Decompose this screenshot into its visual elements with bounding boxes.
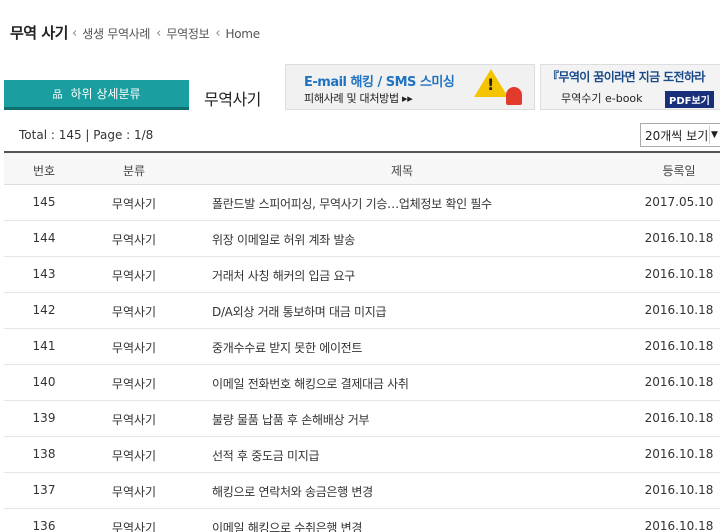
table-row[interactable]: 142 무역사기 D/A외상 거래 통보하며 대금 미지급 2016.10.18 [4,293,720,329]
row-title-link[interactable]: 해킹으로 연락처와 송금은행 변경 [212,483,373,500]
row-category: 무역사기 [111,269,157,283]
page-header: 무역 사기 ‹ 생생 무역사례 ‹ 무역정보 ‹ Home [0,0,720,60]
row-num: 139 [32,411,56,425]
row-title-link[interactable]: D/A외상 거래 통보하며 대금 미지급 [212,303,387,320]
current-category: 무역사기 [204,90,261,109]
breadcrumb-item-home[interactable]: Home [226,27,261,41]
ebook-banner-subtitle: 무역수기 e-book [561,92,643,105]
row-category: 무역사기 [111,305,157,319]
row-date: 2016.10.18 [644,267,714,281]
row-date: 2016.10.18 [644,231,714,245]
warning-mark: ! [487,75,495,94]
row-title-link[interactable]: 선적 후 중도금 미지급 [212,447,320,464]
header-category: 분류 [122,164,146,178]
siren-icon [506,87,522,105]
row-category: 무역사기 [111,413,157,427]
row-title-link[interactable]: 이메일 전화번호 해킹으로 결제대금 사취 [212,375,409,392]
row-date: 2016.10.18 [644,447,714,461]
row-num: 136 [32,519,56,532]
row-date: 2017.05.10 [644,195,714,209]
row-category: 무역사기 [111,377,157,391]
row-category: 무역사기 [111,341,157,355]
table-row[interactable]: 141 무역사기 중개수수료 받지 못한 에이전트 2016.10.18 [4,329,720,365]
total-count: Total : 145 | Page : 1/8 [19,128,154,142]
row-title-link[interactable]: 위장 이메일로 허위 계좌 발송 [212,231,355,248]
table-row[interactable]: 145 무역사기 폴란드발 스피어피싱, 무역사기 기승…업체정보 확인 필수 … [4,185,720,221]
table-row[interactable]: 144 무역사기 위장 이메일로 허위 계좌 발송 2016.10.18 [4,221,720,257]
table-header: 번호 분류 제목 등록일 [4,151,720,185]
per-page-value: 20개씩 보기 [645,128,709,143]
row-num: 142 [32,303,56,317]
row-title-link[interactable]: 거래처 사칭 해커의 입금 요구 [212,267,355,284]
header-num: 번호 [32,164,56,178]
breadcrumb: ‹ 생생 무역사례 ‹ 무역정보 ‹ Home [72,25,266,42]
ebook-banner[interactable]: 『무역이 꿈이라면 지금 도전하라 무역수기 e-book PDF보기 [540,64,720,110]
phishing-banner-title: E-mail 해킹 / SMS 스미싱 [304,75,455,90]
row-category: 무역사기 [111,449,157,463]
chevron-left-icon: ‹ [156,26,162,41]
row-category: 무역사기 [111,197,157,211]
table-row[interactable]: 138 무역사기 선적 후 중도금 미지급 2016.10.18 [4,437,720,473]
row-title-link[interactable]: 폴란드발 스피어피싱, 무역사기 기승…업체정보 확인 필수 [212,195,492,212]
row-num: 140 [32,375,56,389]
chevron-down-icon: ▼ [709,126,719,144]
table-row[interactable]: 136 무역사기 이메일 해킹으로 수취은행 변경 2016.10.18 [4,509,720,532]
table-row[interactable]: 139 무역사기 불량 물품 납품 후 손해배상 거부 2016.10.18 [4,401,720,437]
chevron-left-icon: ‹ [72,26,78,41]
row-num: 143 [32,267,56,281]
row-num: 141 [32,339,56,353]
row-date: 2016.10.18 [644,519,714,532]
sub-category-label: 하위 상세분류 [70,87,141,101]
row-category: 무역사기 [111,485,157,499]
posts-table: 번호 분류 제목 등록일 145 무역사기 폴란드발 스피어피싱, 무역사기 기… [4,151,720,532]
phishing-banner[interactable]: E-mail 해킹 / SMS 스미싱 피해사례 및 대처방법 ▸▸ ! [285,64,535,110]
row-date: 2016.10.18 [644,375,714,389]
sub-category-button[interactable]: 品 하위 상세분류 [4,80,189,110]
row-title-link[interactable]: 이메일 해킹으로 수취은행 변경 [212,519,362,532]
row-category: 무역사기 [111,233,157,247]
table-row[interactable]: 140 무역사기 이메일 전화번호 해킹으로 결제대금 사취 2016.10.1… [4,365,720,401]
row-num: 138 [32,447,56,461]
row-num: 144 [32,231,56,245]
grid-icon: 品 [52,90,63,101]
breadcrumb-item-trade-info[interactable]: 무역정보 [166,25,209,42]
row-date: 2016.10.18 [644,483,714,497]
row-num: 137 [32,483,56,497]
row-date: 2016.10.18 [644,339,714,353]
ebook-banner-title: 『무역이 꿈이라면 지금 도전하라 [547,70,705,84]
breadcrumb-item-cases[interactable]: 생생 무역사례 [82,25,150,42]
per-page-select[interactable]: 20개씩 보기 ▼ [640,123,720,147]
row-title-link[interactable]: 중개수수료 받지 못한 에이전트 [212,339,362,356]
row-title-link[interactable]: 불량 물품 납품 후 손해배상 거부 [212,411,370,428]
table-row[interactable]: 137 무역사기 해킹으로 연락처와 송금은행 변경 2016.10.18 [4,473,720,509]
pdf-view-button[interactable]: PDF보기 [665,91,714,108]
row-date: 2016.10.18 [644,411,714,425]
header-title: 제목 [390,164,414,178]
phishing-banner-subtitle: 피해사례 및 대처방법 ▸▸ [304,92,413,105]
row-num: 145 [32,195,56,209]
listing-info: Total : 145 | Page : 1/8 20개씩 보기 ▼ [0,120,720,150]
table-row[interactable]: 143 무역사기 거래처 사칭 해커의 입금 요구 2016.10.18 [4,257,720,293]
chevron-left-icon: ‹ [215,26,221,41]
header-date: 등록일 [662,164,696,178]
page-title: 무역 사기 [10,24,68,42]
row-date: 2016.10.18 [644,303,714,317]
row-category: 무역사기 [111,521,157,532]
